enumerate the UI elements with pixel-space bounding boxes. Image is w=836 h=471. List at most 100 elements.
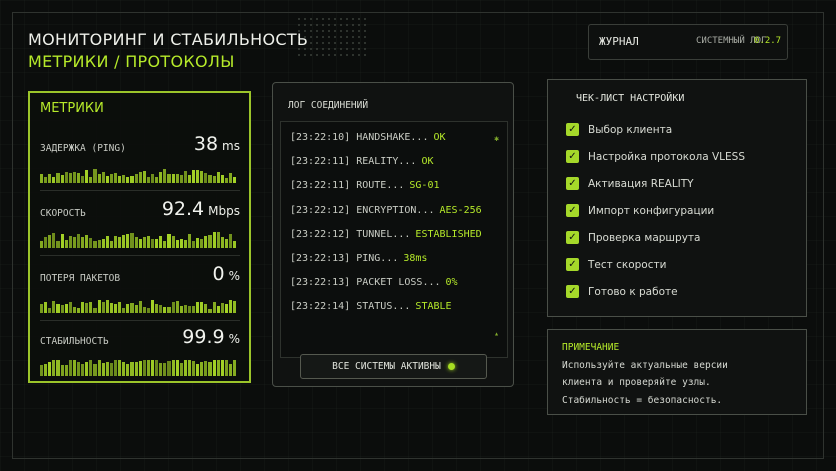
metric-bar: [44, 176, 48, 183]
metric-bar: [229, 172, 233, 183]
metric-bar: [56, 240, 60, 248]
log-line: [23:22:12] TUNNEL... ESTABLISHED: [290, 229, 482, 240]
metric-bar: [204, 304, 208, 313]
metric-bar: [126, 177, 130, 183]
metric-bar: [159, 236, 163, 248]
metric-bar: [233, 360, 237, 376]
metric-bar: [155, 238, 159, 248]
metric-bar: [89, 237, 93, 248]
metric-bar: [179, 306, 183, 313]
metric-bar-graph: [40, 297, 237, 313]
metric-bar: [146, 307, 150, 313]
metric-bar: [183, 240, 187, 248]
checklist-item[interactable]: ✓ Тест скорости: [566, 258, 666, 271]
metric-bar: [216, 306, 220, 313]
checklist-item[interactable]: ✓ Импорт конфигурации: [566, 204, 714, 217]
metric-bar: [142, 307, 146, 313]
metric-bar: [163, 306, 167, 313]
metric-bar: [179, 362, 183, 376]
metric-bar: [122, 308, 126, 313]
metric-speed: СКОРОСТЬ 92.4 Mbps: [40, 198, 240, 256]
metric-bar: [52, 177, 56, 183]
metric-bar: [167, 173, 171, 183]
metric-bar: [48, 362, 52, 376]
metric-bar: [208, 308, 212, 313]
metric-bar: [171, 173, 175, 183]
checklist-item[interactable]: ✓ Проверка маршрута: [566, 231, 700, 244]
checklist-item[interactable]: ✓ Выбор клиента: [566, 123, 672, 136]
checkbox-checked-icon[interactable]: ✓: [566, 177, 579, 190]
metric-bar: [229, 300, 233, 313]
metric-bar: [192, 360, 196, 376]
metric-bar: [220, 237, 224, 248]
metric-bar: [118, 302, 122, 313]
metric-bar: [192, 240, 196, 248]
metric-bar: [113, 303, 118, 313]
page-title: МОНИТОРИНГ И СТАБИЛЬНОСТЬ: [28, 30, 309, 49]
metric-bar: [60, 233, 64, 248]
checklist-item[interactable]: ✓ Готово к работе: [566, 285, 678, 298]
metric-label: СТАБИЛЬНОСТЬ: [40, 336, 109, 347]
metric-bar: [109, 240, 113, 248]
metric-stability: СТАБИЛЬНОСТЬ 99.9%: [40, 326, 240, 384]
journal-panel[interactable]: ЖУРНАЛ СИСТЕМНЫЙ ЛОГ 0.2.7: [588, 24, 788, 60]
metric-bar: [40, 304, 44, 313]
metric-bar: [196, 302, 200, 313]
metric-bar: [40, 364, 44, 376]
metric-bar: [89, 302, 93, 313]
metric-bar: [155, 303, 159, 313]
metric-bar: [208, 175, 212, 183]
metric-bar: [216, 171, 220, 183]
metric-bar: [171, 301, 175, 313]
metric-bar: [187, 306, 192, 313]
metric-bar: [183, 360, 187, 376]
metric-bar: [93, 240, 97, 248]
all-systems-active-button[interactable]: ВСЕ СИСТЕМЫ АКТИВНЫ: [300, 354, 487, 379]
metric-bar: [216, 360, 220, 376]
checkbox-checked-icon[interactable]: ✓: [566, 231, 579, 244]
log-list[interactable]: [23:22:10] HANDSHAKE... OK [23:22:11] REA…: [280, 121, 508, 358]
checkbox-checked-icon[interactable]: ✓: [566, 285, 579, 298]
metric-bar: [40, 241, 44, 248]
metric-bar: [109, 302, 113, 313]
metric-bar: [175, 360, 179, 376]
metric-bar: [85, 303, 89, 313]
checkbox-checked-icon[interactable]: ✓: [566, 204, 579, 217]
metric-bar: [229, 364, 233, 376]
checkbox-checked-icon[interactable]: ✓: [566, 150, 579, 163]
metric-bar: [196, 169, 200, 183]
note-panel: ПРИМЕЧАНИЕ Используйте актуальные версии…: [547, 329, 807, 415]
divider: [40, 320, 240, 321]
checkbox-checked-icon[interactable]: ✓: [566, 258, 579, 271]
metric-bar: [142, 171, 146, 183]
metric-bar: [192, 306, 196, 313]
metric-bar: [163, 362, 167, 376]
metric-bar: [224, 177, 229, 183]
metric-bar: [183, 305, 187, 313]
metric-bar: [48, 173, 52, 183]
metric-bar: [126, 304, 130, 313]
metric-bar: [155, 177, 159, 183]
metric-ping: ЗАДЕРЖКА (PING) 38 ms: [40, 133, 240, 191]
metric-bar: [44, 364, 48, 376]
metric-bar: [200, 171, 204, 183]
checklist-item[interactable]: ✓ Настройка протокола VLESS: [566, 150, 745, 163]
metric-bar: [101, 301, 105, 313]
metric-bar: [134, 361, 138, 376]
metric-bar: [81, 364, 85, 376]
metric-bar: [109, 173, 113, 183]
metric-label: СКОРОСТЬ: [40, 208, 86, 219]
metric-bar: [122, 174, 126, 183]
metric-bar: [175, 301, 179, 313]
metric-bar: [81, 301, 85, 313]
metric-bar: [212, 301, 216, 313]
metric-bar: [93, 169, 97, 183]
metric-bar: [138, 361, 142, 376]
metric-bar: [97, 174, 101, 183]
checkbox-checked-icon[interactable]: ✓: [566, 123, 579, 136]
checklist-item[interactable]: ✓ Активация REALITY: [566, 177, 694, 190]
metric-bar: [113, 360, 118, 376]
metric-bar: [60, 175, 64, 183]
metrics-panel: МЕТРИКИ ЗАДЕРЖКА (PING) 38 ms СКОРОСТЬ 92…: [28, 91, 251, 383]
metric-bar: [167, 360, 171, 376]
